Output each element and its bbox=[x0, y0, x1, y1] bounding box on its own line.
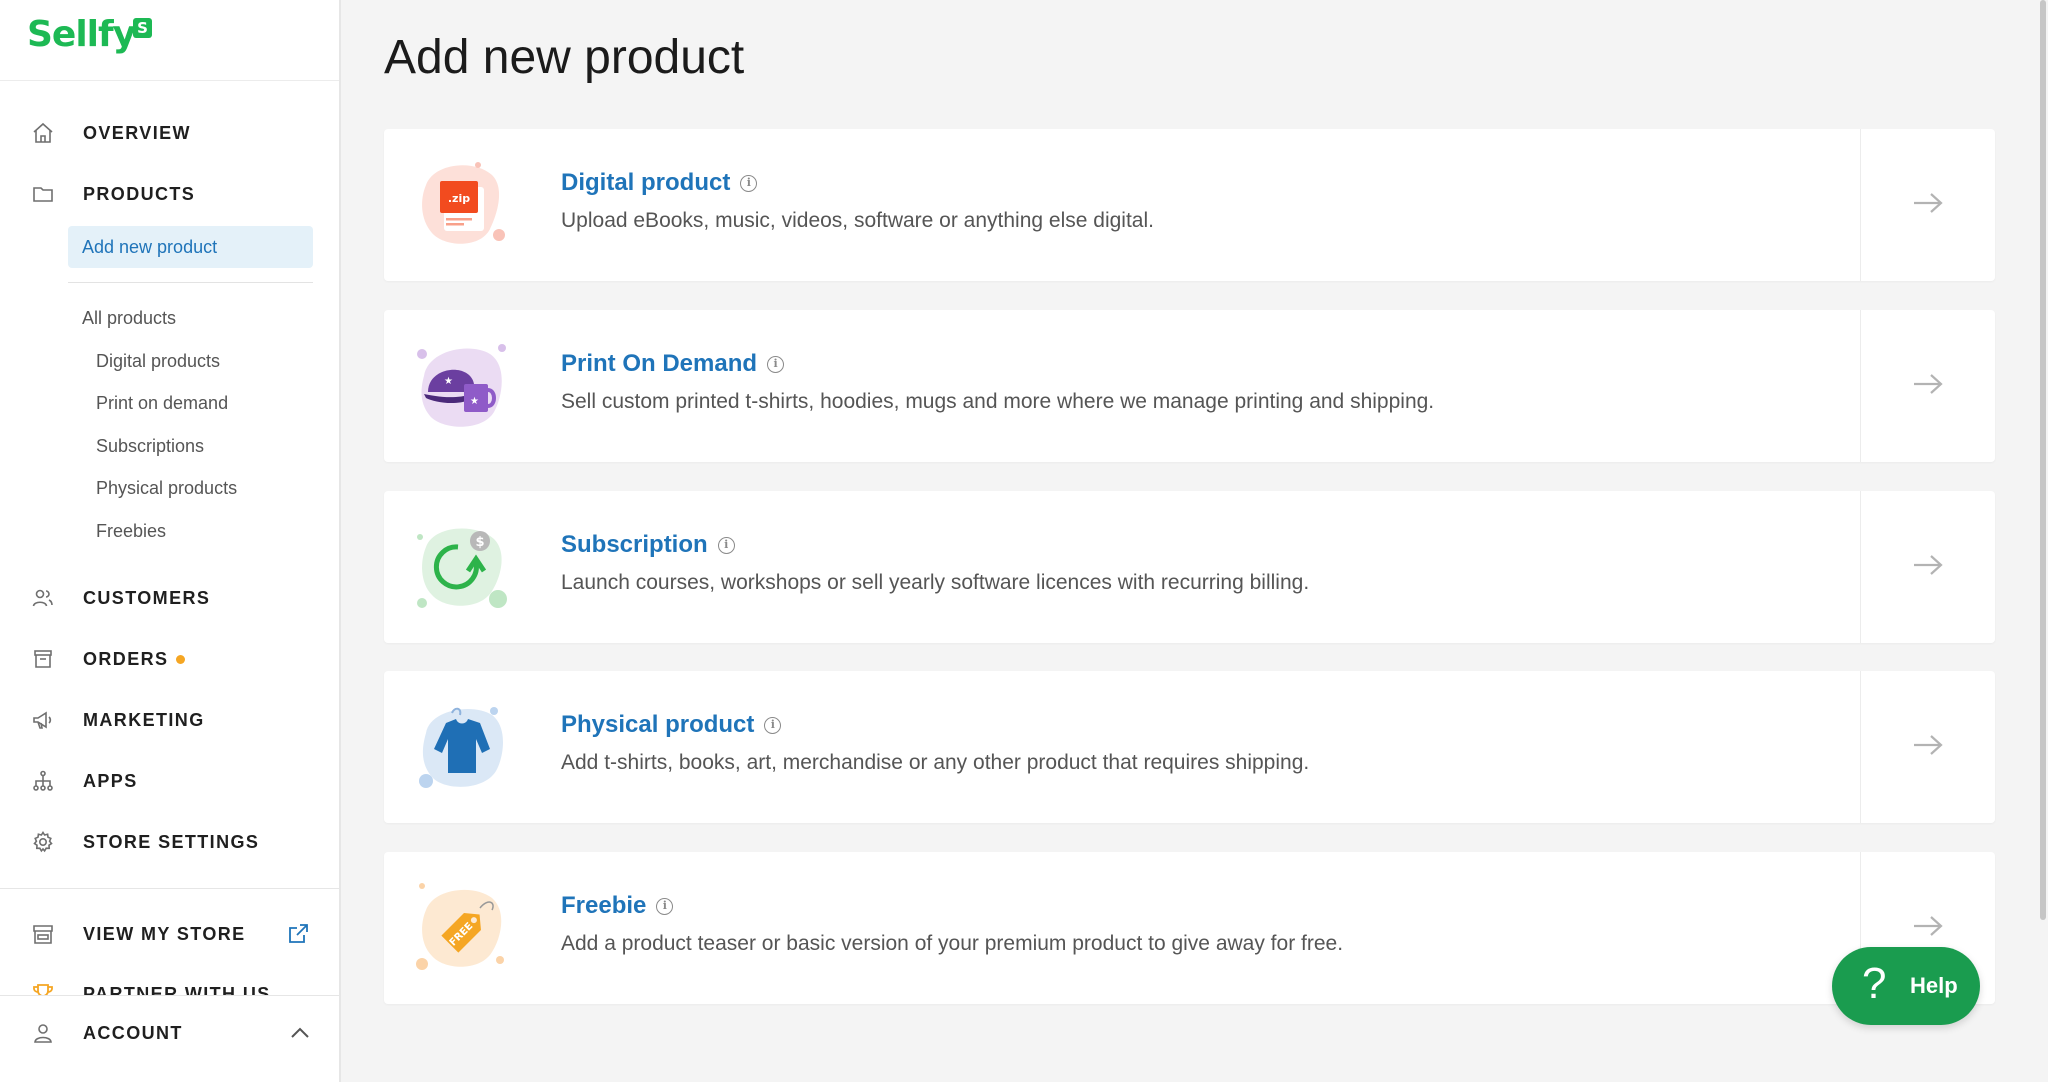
card-title-row: Print On Demand i bbox=[561, 350, 785, 378]
logo-badge: S bbox=[133, 18, 152, 38]
product-type-card-physical[interactable]: Physical product i Add t-shirts, books, … bbox=[384, 671, 1995, 823]
nav-orders-label: ORDERS bbox=[83, 648, 169, 669]
sub-all-products[interactable]: All products bbox=[82, 308, 176, 329]
card-arrow-button[interactable] bbox=[1860, 129, 1995, 281]
nav-orders[interactable]: ORDERS bbox=[0, 639, 339, 679]
help-button[interactable]: ? Help bbox=[1832, 947, 1980, 1025]
nav-overview-label: OVERVIEW bbox=[83, 122, 191, 143]
product-type-card-freebie[interactable]: FREE Freebie i Add a product teaser or b… bbox=[384, 852, 1995, 1004]
nav-products-label: PRODUCTS bbox=[83, 183, 196, 204]
nav-overview[interactable]: OVERVIEW bbox=[0, 113, 339, 153]
card-description: Add t-shirts, books, art, merchandise or… bbox=[561, 751, 1310, 774]
sidebar-separator bbox=[0, 888, 339, 889]
arrow-right-icon bbox=[1912, 733, 1944, 762]
external-link-icon[interactable] bbox=[286, 922, 310, 951]
arrow-right-icon bbox=[1912, 914, 1944, 943]
product-type-card-subscription[interactable]: $ Subscription i Launch courses, worksho… bbox=[384, 491, 1995, 643]
card-title-row: Physical product i bbox=[561, 711, 782, 739]
nav-account-label: ACCOUNT bbox=[83, 1022, 183, 1043]
sellfy-logo[interactable]: Sellfy bbox=[27, 14, 136, 55]
dollar-badge-text: $ bbox=[475, 535, 484, 550]
card-title[interactable]: Freebie bbox=[561, 892, 646, 920]
card-title[interactable]: Subscription bbox=[561, 531, 708, 559]
arrow-right-icon bbox=[1912, 372, 1944, 401]
nav-account[interactable]: ACCOUNT bbox=[0, 1013, 339, 1053]
scrollbar-thumb[interactable] bbox=[2040, 0, 2046, 920]
sub-subscriptions[interactable]: Subscriptions bbox=[96, 436, 204, 457]
card-title[interactable]: Print On Demand bbox=[561, 350, 757, 378]
info-icon[interactable]: i bbox=[740, 174, 758, 192]
cap-mug-icon: ★ ★ bbox=[414, 336, 514, 436]
info-icon[interactable]: i bbox=[717, 536, 735, 554]
card-arrow-button[interactable] bbox=[1860, 491, 1995, 643]
question-icon: ? bbox=[1862, 959, 1887, 1008]
zip-badge-text: .zip bbox=[448, 192, 470, 205]
sidebar: Sellfy S OVERVIEW PRODUCTS Add new produ… bbox=[0, 0, 341, 1082]
product-type-card-print-on-demand[interactable]: ★ ★ Print On Demand i Sell custom printe… bbox=[384, 310, 1995, 462]
page-title: Add new product bbox=[384, 31, 745, 84]
sub-physical-products[interactable]: Physical products bbox=[96, 478, 237, 499]
help-label: Help bbox=[1910, 973, 1958, 998]
sub-divider bbox=[68, 282, 313, 283]
free-tag-icon: FREE bbox=[414, 878, 514, 978]
info-icon[interactable]: i bbox=[764, 716, 782, 734]
orders-icon bbox=[29, 645, 57, 673]
info-icon[interactable]: i bbox=[656, 897, 674, 915]
sub-add-new-product[interactable]: Add new product bbox=[68, 226, 313, 268]
nav-customers[interactable]: CUSTOMERS bbox=[0, 578, 339, 618]
card-title-row: Freebie i bbox=[561, 892, 674, 920]
card-title[interactable]: Digital product bbox=[561, 169, 730, 197]
nav-apps[interactable]: APPS bbox=[0, 761, 339, 801]
card-description: Add a product teaser or basic version of… bbox=[561, 932, 1344, 955]
card-title-row: Subscription i bbox=[561, 531, 735, 559]
sweater-icon bbox=[414, 697, 514, 797]
customers-icon bbox=[29, 584, 57, 612]
sub-freebies[interactable]: Freebies bbox=[96, 521, 166, 542]
svg-text:★: ★ bbox=[444, 376, 453, 387]
logo-area: Sellfy S bbox=[0, 0, 339, 81]
info-icon[interactable]: i bbox=[767, 355, 785, 373]
store-icon bbox=[29, 920, 57, 948]
arrow-right-icon bbox=[1912, 553, 1944, 582]
card-description: Sell custom printed t-shirts, hoodies, m… bbox=[561, 390, 1435, 413]
zip-file-icon: .zip bbox=[414, 155, 514, 255]
sub-digital-products[interactable]: Digital products bbox=[96, 351, 220, 372]
megaphone-icon bbox=[29, 706, 57, 734]
home-icon bbox=[29, 119, 57, 147]
nav-view-my-store-label: VIEW MY STORE bbox=[83, 923, 246, 944]
gear-icon bbox=[29, 828, 57, 856]
card-arrow-button[interactable] bbox=[1860, 310, 1995, 462]
nav-store-settings[interactable]: STORE SETTINGS bbox=[0, 822, 339, 862]
sub-print-on-demand[interactable]: Print on demand bbox=[96, 393, 228, 414]
nav-view-my-store[interactable]: VIEW MY STORE bbox=[0, 914, 339, 954]
card-title[interactable]: Physical product bbox=[561, 711, 754, 739]
folder-icon bbox=[29, 180, 57, 208]
card-arrow-button[interactable] bbox=[1860, 671, 1995, 823]
orders-notification-dot bbox=[176, 654, 185, 664]
apps-icon bbox=[29, 767, 57, 795]
arrow-right-icon bbox=[1912, 191, 1944, 220]
nav-customers-label: CUSTOMERS bbox=[83, 587, 211, 608]
nav-store-settings-label: STORE SETTINGS bbox=[83, 831, 260, 852]
product-type-card-digital[interactable]: .zip Digital product i Upload eBooks, mu… bbox=[384, 129, 1995, 281]
nav-apps-label: APPS bbox=[83, 770, 138, 791]
nav-products[interactable]: PRODUCTS bbox=[0, 174, 339, 214]
svg-text:★: ★ bbox=[470, 396, 479, 407]
card-title-row: Digital product i bbox=[561, 169, 758, 197]
nav-marketing-label: MARKETING bbox=[83, 709, 205, 730]
card-description: Launch courses, workshops or sell yearly… bbox=[561, 571, 1310, 594]
recurring-payment-icon: $ bbox=[414, 517, 514, 617]
user-icon bbox=[29, 1019, 57, 1047]
nav-marketing[interactable]: MARKETING bbox=[0, 700, 339, 740]
card-description: Upload eBooks, music, videos, software o… bbox=[561, 209, 1154, 232]
account-bar: ACCOUNT bbox=[0, 995, 339, 1082]
chevron-up-icon[interactable] bbox=[288, 1022, 312, 1049]
